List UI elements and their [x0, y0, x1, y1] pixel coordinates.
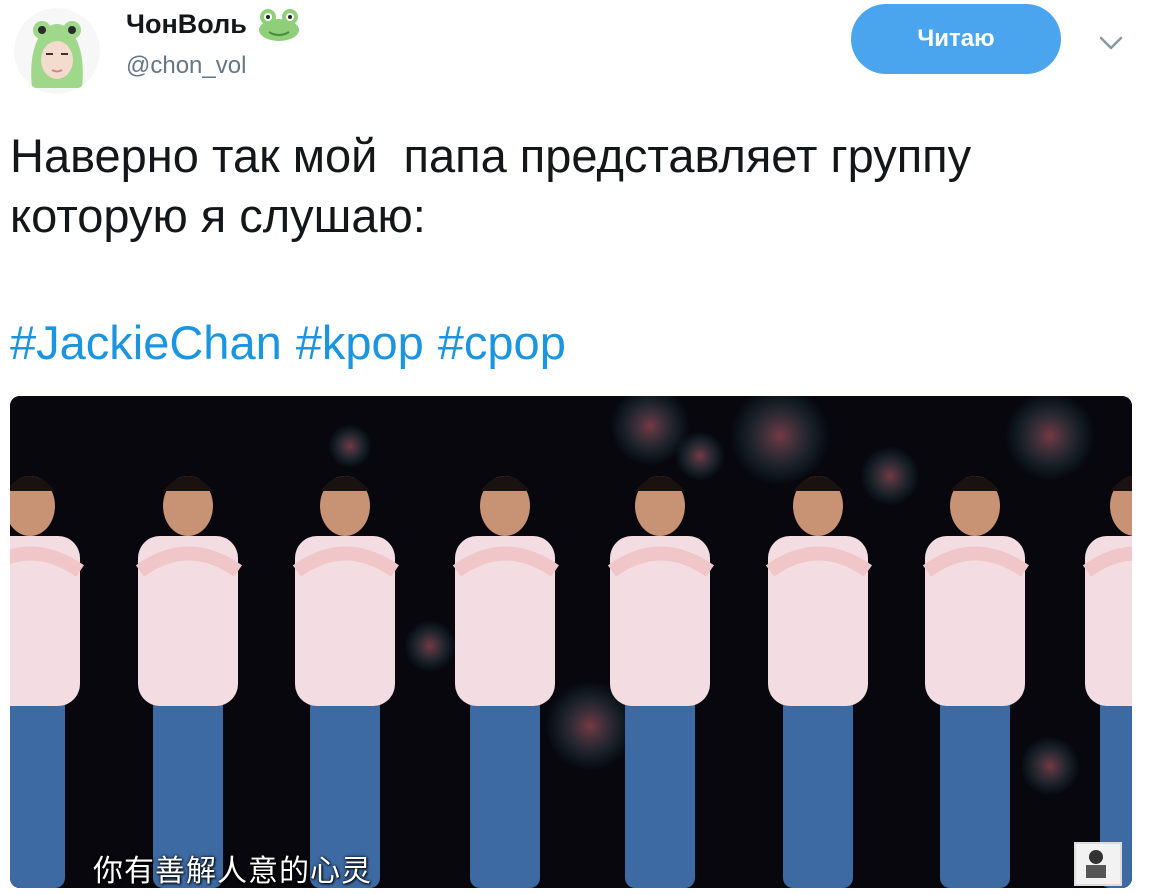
chevron-down-icon[interactable] — [1098, 30, 1124, 56]
hashtag-jackiechan[interactable]: #JackieChan — [10, 316, 282, 369]
hashtag-kpop[interactable]: #kpop — [296, 316, 424, 369]
avatar[interactable] — [14, 8, 100, 94]
hashtag-cpop[interactable]: #cpop — [438, 316, 566, 369]
user-handle[interactable]: @chon_vol — [126, 52, 246, 80]
tweet-text: Наверно так мой папа представляет группу… — [10, 129, 972, 242]
follow-button[interactable]: Читаю — [851, 4, 1061, 74]
tweet-media[interactable]: 你有善解人意的心灵 — [10, 396, 1132, 888]
video-subtitle: 你有善解人意的心灵 — [93, 854, 372, 888]
frog-face-icon — [255, 6, 303, 42]
display-name[interactable]: ЧонВоль — [126, 9, 247, 40]
media-image — [10, 396, 1132, 888]
hashtags: #JackieChan #kpop #cpop — [10, 313, 580, 373]
author-row: ЧонВоль — [126, 6, 303, 42]
channel-logo — [1074, 842, 1122, 886]
